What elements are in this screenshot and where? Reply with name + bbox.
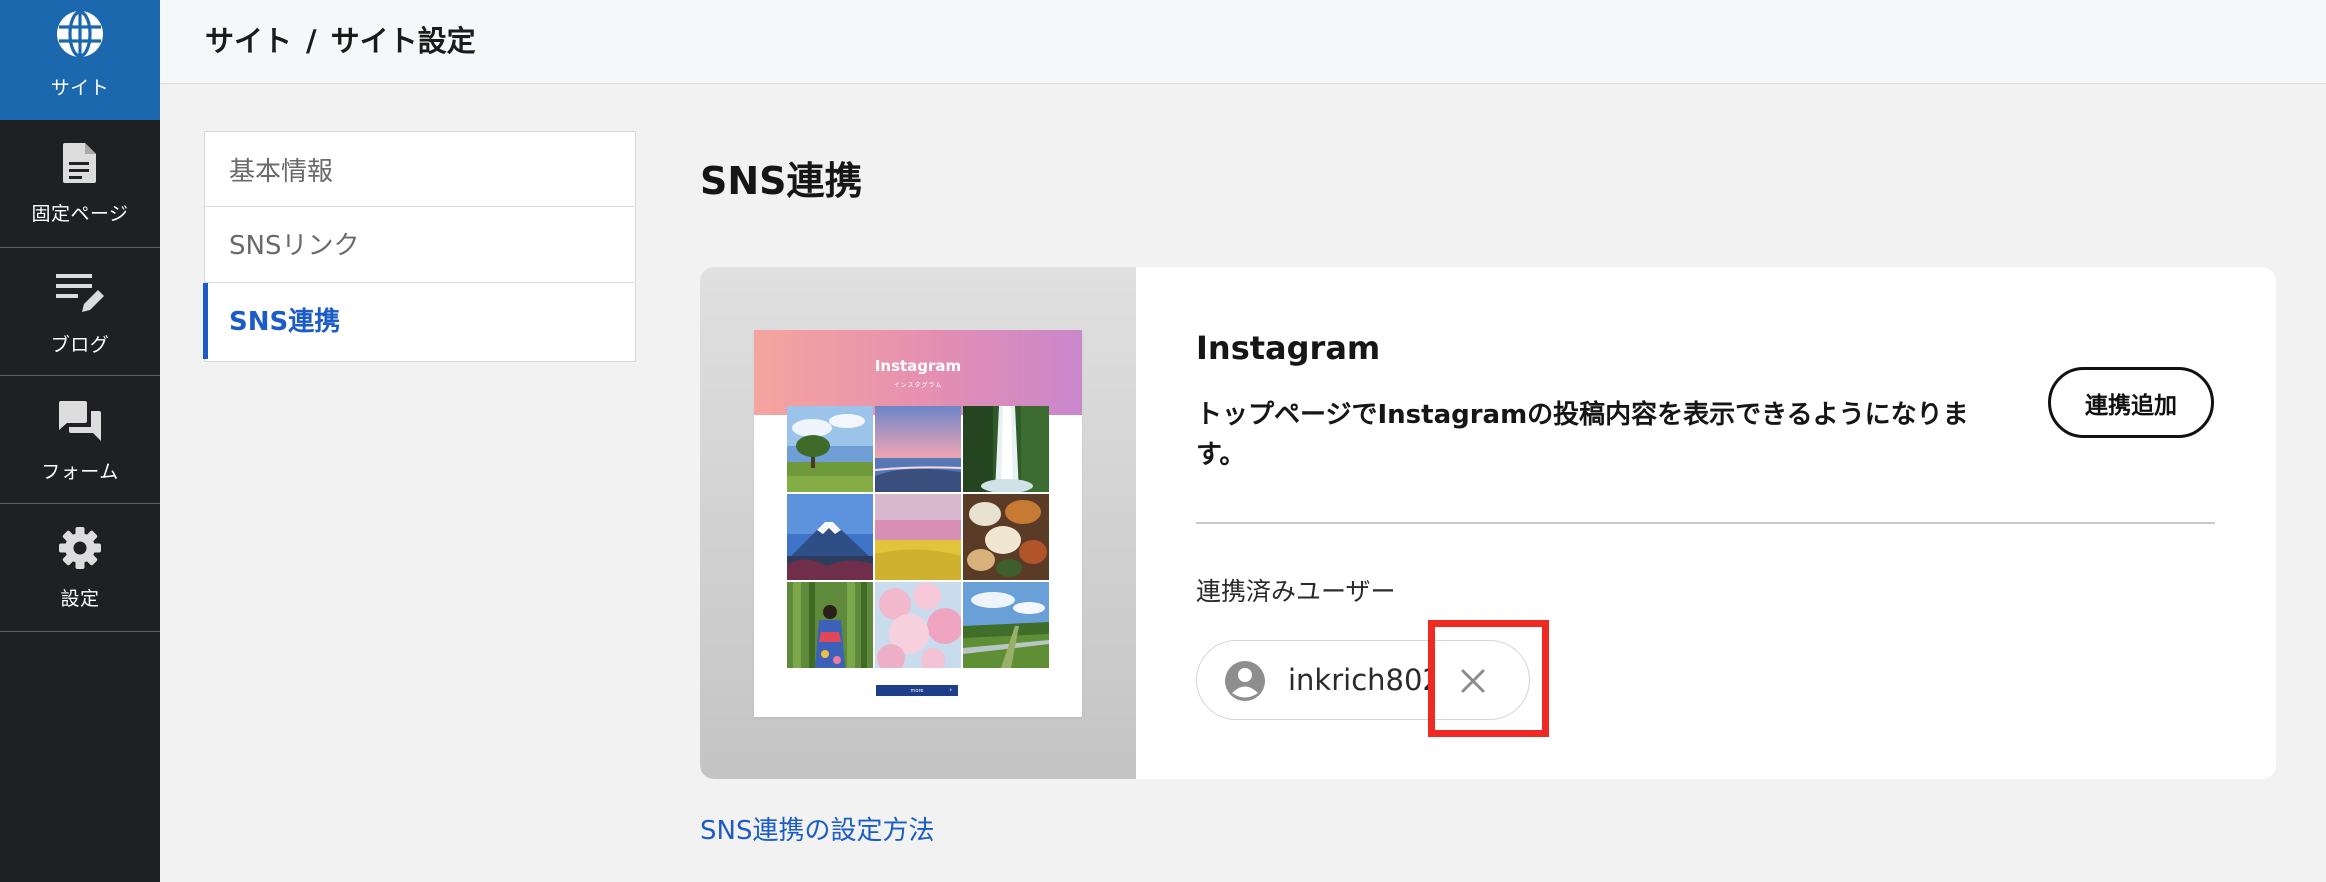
add-integration-button[interactable]: 連携追加 (2048, 367, 2214, 438)
globe-icon (57, 10, 103, 58)
photo-tile (787, 582, 873, 668)
instagram-preview-panel: Instagram インスタグラム more › (700, 267, 1136, 779)
photo-tile (963, 406, 1049, 492)
preview-title: Instagram (874, 357, 962, 375)
photo-tile (963, 494, 1049, 580)
chevron-right-icon: › (949, 686, 952, 694)
linked-user-chip: inkrich802 (1196, 640, 1530, 720)
breadcrumb-item-site[interactable]: サイト (205, 24, 292, 58)
settings-submenu: 基本情報 SNSリンク SNS連携 (203, 131, 636, 362)
remove-user-button[interactable] (1441, 649, 1505, 713)
photo-tile (963, 582, 1049, 668)
linked-user-name: inkrich802 (1288, 663, 1435, 697)
preview-header: Instagram インスタグラム (754, 330, 1082, 415)
edit-list-icon (56, 274, 104, 312)
photo-tile (875, 582, 961, 668)
nav-label-settings: 設定 (60, 588, 100, 610)
side-nav: サイト 固定ページ ブログ フォーム 設定 (0, 0, 160, 882)
instagram-preview-image: Instagram インスタグラム more › (754, 330, 1082, 717)
preview-more-label: more (910, 687, 924, 694)
chat-bubbles-icon (59, 401, 101, 441)
nav-item-form[interactable]: フォーム (0, 376, 160, 504)
breadcrumb: サイト / サイト設定 (205, 18, 476, 60)
close-icon (1461, 669, 1485, 693)
preview-subtitle: インスタグラム (893, 382, 943, 389)
photo-tile (787, 406, 873, 492)
nav-label-site: サイト (50, 77, 110, 99)
linked-users-label: 連携済みユーザー (1196, 577, 1396, 606)
submenu-item-sns-link[interactable]: SNSリンク (205, 206, 634, 280)
integration-name: Instagram (1196, 329, 1381, 367)
nav-item-site[interactable]: サイト (0, 0, 160, 120)
nav-item-settings[interactable]: 設定 (0, 504, 160, 632)
nav-label-pages: 固定ページ (31, 203, 129, 225)
nav-label-form: フォーム (41, 461, 119, 483)
breadcrumb-separator: / (306, 24, 317, 58)
preview-photo-grid (787, 406, 1050, 669)
submenu-item-basic-info[interactable]: 基本情報 (205, 132, 634, 206)
photo-tile (787, 494, 873, 580)
instagram-card: Instagram インスタグラム more › Instagram トップペー… (700, 267, 2276, 779)
nav-item-blog[interactable]: ブログ (0, 248, 160, 376)
divider (1196, 522, 2215, 524)
submenu-item-sns-integration[interactable]: SNS連携 (203, 282, 634, 359)
photo-tile (875, 494, 961, 580)
help-link-sns-setup[interactable]: SNS連携の設定方法 (700, 810, 934, 847)
document-icon (63, 143, 96, 183)
photo-tile (875, 406, 961, 492)
preview-more-button: more › (876, 685, 958, 696)
nav-label-blog: ブログ (50, 334, 110, 356)
nav-item-pages[interactable]: 固定ページ (0, 120, 160, 248)
user-avatar-icon (1225, 661, 1265, 701)
breadcrumb-item-site-settings: サイト設定 (330, 24, 476, 58)
gear-icon (59, 527, 101, 569)
page-title: SNS連携 (700, 159, 863, 203)
integration-description: トップページでInstagramの投稿内容を表示できるようになります。 (1196, 400, 1969, 470)
top-header: サイト / サイト設定 (160, 0, 2326, 84)
